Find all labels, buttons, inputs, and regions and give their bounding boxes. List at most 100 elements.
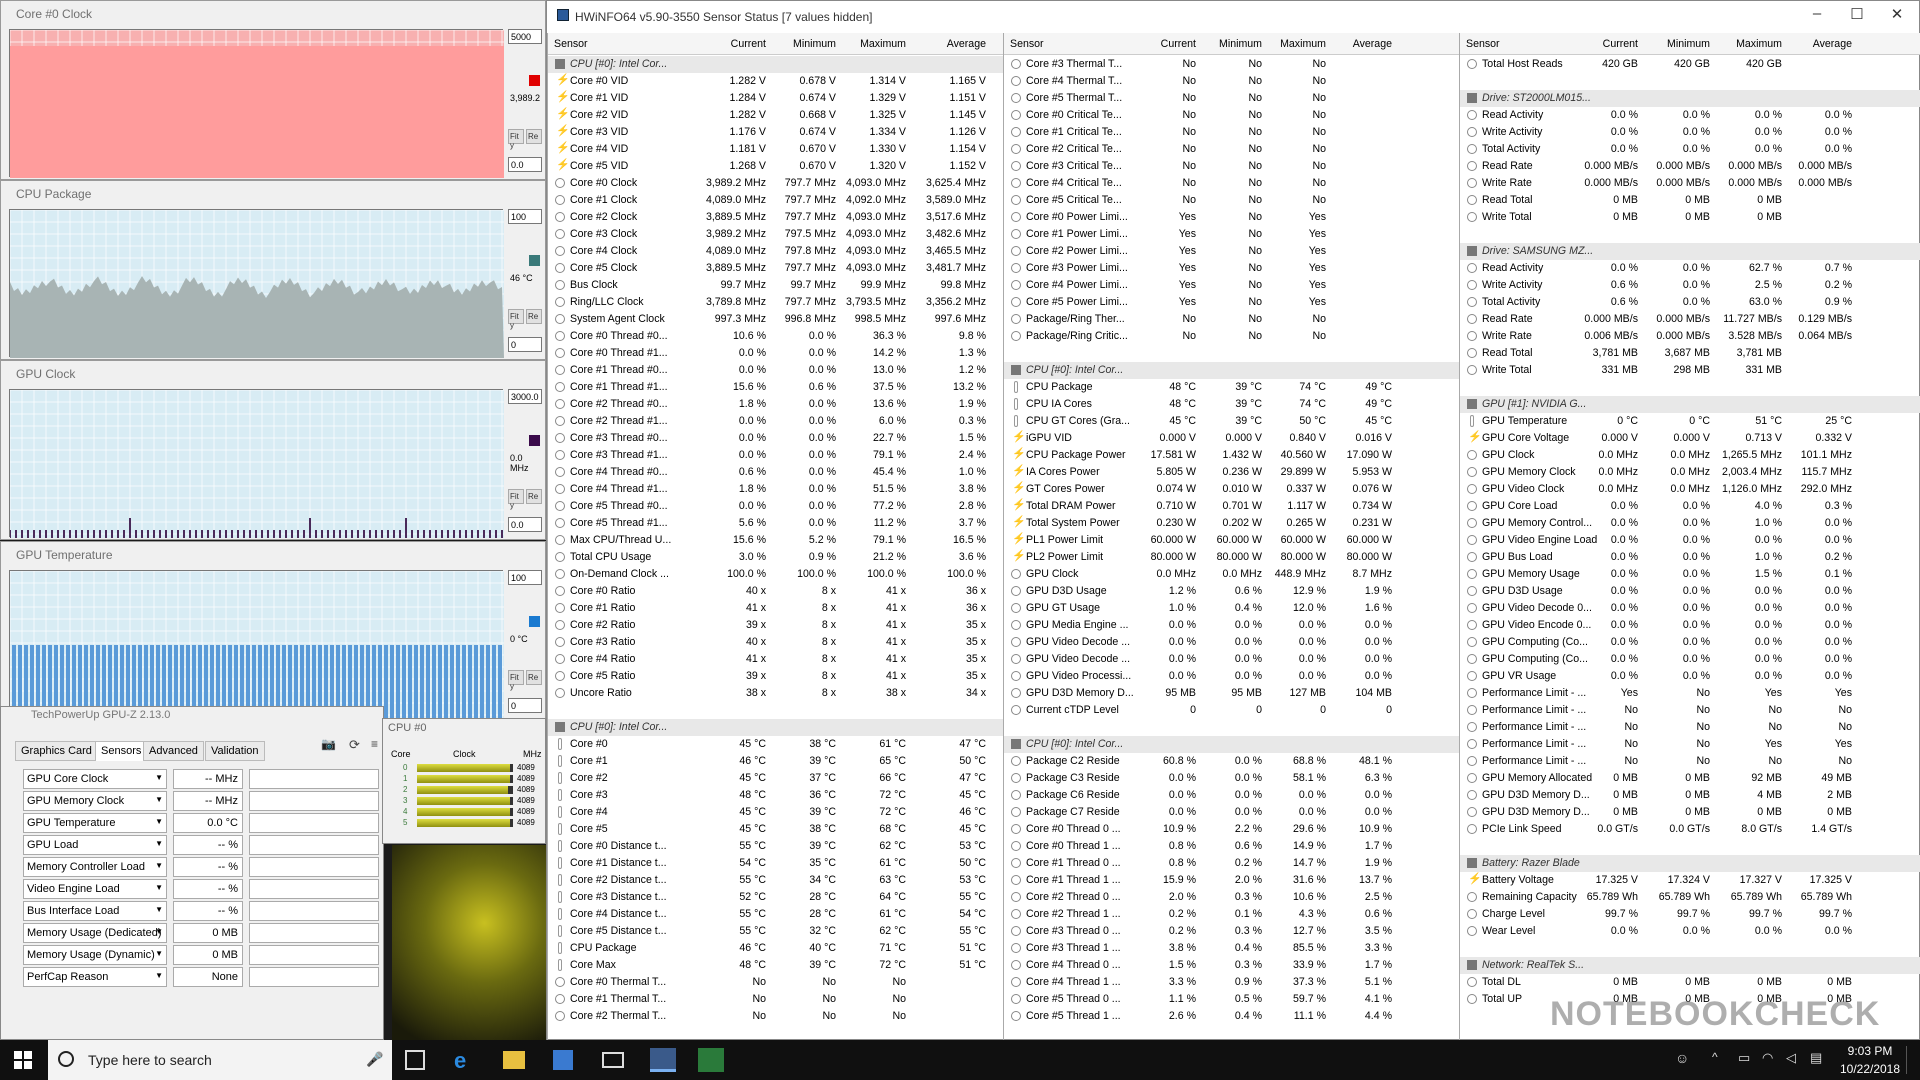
sensor-row[interactable]: Core #5 Power Limi... Yes No Yes [1004,294,1459,311]
language-icon[interactable]: ▤ [1810,1050,1822,1066]
notification-icon[interactable] [1906,1046,1916,1074]
sensor-row[interactable]: Performance Limit - ... No No No No [1460,702,1920,719]
sensor-row[interactable]: GPU Clock 0.0 MHz 0.0 MHz 1,265.5 MHz 10… [1460,447,1920,464]
sensor-row[interactable]: GPU D3D Memory D... 0 MB 0 MB 0 MB 0 MB [1460,804,1920,821]
gpuz-tab[interactable]: Sensors [95,741,148,761]
sensor-row[interactable]: Core #2 Thermal T... No No No [548,1008,1003,1025]
sensor-row[interactable]: Core #3 Critical Te... No No No [1004,158,1459,175]
sensor-row[interactable]: Package/Ring Critic... No No No [1004,328,1459,345]
sensor-row[interactable]: Uncore Ratio 38 x 8 x 38 x 34 x [548,685,1003,702]
sensor-row[interactable]: ⚡ PL1 Power Limit 60.000 W 60.000 W 60.0… [1004,532,1459,549]
sensor-row[interactable]: Wear Level 0.0 % 0.0 % 0.0 % 0.0 % [1460,923,1920,940]
reset-button[interactable]: Re [526,670,542,685]
graph-color-swatch[interactable] [529,435,540,446]
sensor-row[interactable]: Core #2 Ratio 39 x 8 x 41 x 35 x [548,617,1003,634]
gpuz-sensor-select[interactable]: GPU Core Clock ▼ [23,769,167,789]
file-explorer-icon[interactable] [503,1051,525,1069]
sensor-row[interactable]: Core #4 Critical Te... No No No [1004,175,1459,192]
sensor-row[interactable]: GPU Memory Clock 0.0 MHz 0.0 MHz 2,003.4… [1460,464,1920,481]
graph-color-swatch[interactable] [529,255,540,266]
hdr-current[interactable]: Current [696,38,766,50]
sensor-row[interactable]: Performance Limit - ... No No No No [1460,753,1920,770]
sensor-row[interactable]: Core #5 Thread 1 ... 2.6 % 0.4 % 11.1 % … [1004,1008,1459,1025]
sensor-row[interactable]: GPU Temperature 0 °C 0 °C 51 °C 25 °C [1460,413,1920,430]
reset-button[interactable]: Re [526,129,542,144]
sensor-row[interactable]: Core #3 Ratio 40 x 8 x 41 x 35 x [548,634,1003,651]
sensor-row[interactable]: Core #5 45 °C 38 °C 68 °C 45 °C [548,821,1003,838]
sensor-header[interactable]: Sensor Current Minimum Maximum Average [548,33,1003,55]
sensor-row[interactable]: Current cTDP Level 0 0 0 0 [1004,702,1459,719]
sensor-row[interactable]: On-Demand Clock ... 100.0 % 100.0 % 100.… [548,566,1003,583]
clock-date[interactable]: 10/22/2018 [1834,1062,1906,1076]
sensor-row[interactable]: Core #5 Thread #1... 5.6 % 0.0 % 11.2 % … [548,515,1003,532]
hdr-minimum[interactable]: Minimum [1192,38,1262,50]
sensor-row[interactable]: Core #2 Thread #1... 0.0 % 0.0 % 6.0 % 0… [548,413,1003,430]
sensor-row[interactable]: Core #5 Distance t... 55 °C 32 °C 62 °C … [548,923,1003,940]
sensor-group[interactable]: Drive: ST2000LM015... [1460,90,1920,107]
sensor-row[interactable]: Core #4 Thread #1... 1.8 % 0.0 % 51.5 % … [548,481,1003,498]
sensor-row[interactable]: ⚡ Battery Voltage 17.325 V 17.324 V 17.3… [1460,872,1920,889]
reset-button[interactable]: Re [526,489,542,504]
task-view-icon[interactable] [405,1050,425,1070]
sensor-row[interactable]: GPU Video Decode ... 0.0 % 0.0 % 0.0 % 0… [1004,651,1459,668]
graph-min[interactable]: 0.0 [508,157,542,172]
sensor-row[interactable]: ⚡ GT Cores Power 0.074 W 0.010 W 0.337 W… [1004,481,1459,498]
sensor-row[interactable]: PCIe Link Speed 0.0 GT/s 0.0 GT/s 8.0 GT… [1460,821,1920,838]
sensor-row[interactable]: GPU Video Engine Load 0.0 % 0.0 % 0.0 % … [1460,532,1920,549]
sensor-group[interactable]: CPU [#0]: Intel Cor... [548,719,1003,736]
hdr-minimum[interactable]: Minimum [766,38,836,50]
gpuz-sensor-select[interactable]: GPU Temperature ▼ [23,813,167,833]
sensor-row[interactable]: Core #3 48 °C 36 °C 72 °C 45 °C [548,787,1003,804]
search-box[interactable]: Type here to search 🎤 [48,1040,392,1080]
sensor-row[interactable]: ⚡ Core #4 VID 1.181 V 0.670 V 1.330 V 1.… [548,141,1003,158]
sensor-row[interactable]: ⚡ Total DRAM Power 0.710 W 0.701 W 1.117… [1004,498,1459,515]
sensor-row[interactable]: GPU VR Usage 0.0 % 0.0 % 0.0 % 0.0 % [1460,668,1920,685]
sensor-row[interactable]: Read Rate 0.000 MB/s 0.000 MB/s 11.727 M… [1460,311,1920,328]
sensor-row[interactable]: Core #3 Thread 0 ... 0.2 % 0.3 % 12.7 % … [1004,923,1459,940]
sensor-row[interactable]: GPU Video Encode 0... 0.0 % 0.0 % 0.0 % … [1460,617,1920,634]
sensor-row[interactable]: Core #2 Distance t... 55 °C 34 °C 63 °C … [548,872,1003,889]
gpuz-taskbar-icon[interactable] [698,1048,724,1072]
sensor-row[interactable]: Core #4 Distance t... 55 °C 28 °C 61 °C … [548,906,1003,923]
fit-y-button[interactable]: Fit y [508,129,524,150]
sensor-row[interactable]: Bus Clock 99.7 MHz 99.7 MHz 99.9 MHz 99.… [548,277,1003,294]
gpuz-sensor-select[interactable]: Memory Usage (Dynamic) ▼ [23,945,167,965]
sensor-row[interactable]: Core #5 Critical Te... No No No [1004,192,1459,209]
fit-y-button[interactable]: Fit y [508,670,524,691]
graph-max[interactable]: 5000 [508,29,542,44]
hdr-current[interactable]: Current [1568,38,1638,50]
sensor-row[interactable]: Core #4 Clock 4,089.0 MHz 797.8 MHz 4,09… [548,243,1003,260]
sensor-row[interactable]: GPU Video Processi... 0.0 % 0.0 % 0.0 % … [1004,668,1459,685]
hdr-average[interactable]: Average [1322,38,1392,50]
graph-max[interactable]: 100 [508,570,542,585]
sensor-row[interactable]: Core #1 Thread 1 ... 15.9 % 2.0 % 31.6 %… [1004,872,1459,889]
sensor-row[interactable]: Core #0 45 °C 38 °C 61 °C 47 °C [548,736,1003,753]
sensor-row[interactable]: Core #3 Thermal T... No No No [1004,56,1459,73]
graph-min[interactable]: 0 [508,698,542,713]
sensor-row[interactable]: Write Activity 0.0 % 0.0 % 0.0 % 0.0 % [1460,124,1920,141]
sensor-row[interactable]: Core #0 Thread #1... 0.0 % 0.0 % 14.2 % … [548,345,1003,362]
gpuz-sensor-select[interactable]: PerfCap Reason ▼ [23,967,167,987]
sensor-row[interactable]: GPU Core Load 0.0 % 0.0 % 4.0 % 0.3 % [1460,498,1920,515]
sensor-row[interactable]: CPU GT Cores (Gra... 45 °C 39 °C 50 °C 4… [1004,413,1459,430]
sensor-group[interactable]: GPU [#1]: NVIDIA G... [1460,396,1920,413]
sensor-row[interactable]: Write Total 331 MB 298 MB 331 MB [1460,362,1920,379]
sensor-row[interactable]: Core #0 Thread 1 ... 0.8 % 0.6 % 14.9 % … [1004,838,1459,855]
sensor-row[interactable]: ⚡ Core #1 VID 1.284 V 0.674 V 1.329 V 1.… [548,90,1003,107]
sensor-row[interactable]: Core #3 Thread 1 ... 3.8 % 0.4 % 85.5 % … [1004,940,1459,957]
sensor-row[interactable]: Read Activity 0.0 % 0.0 % 0.0 % 0.0 % [1460,107,1920,124]
sensor-row[interactable]: Total DL 0 MB 0 MB 0 MB 0 MB [1460,974,1920,991]
sensor-row[interactable]: Core #0 Critical Te... No No No [1004,107,1459,124]
sensor-row[interactable]: Core #2 Critical Te... No No No [1004,141,1459,158]
sensor-row[interactable]: Core #4 45 °C 39 °C 72 °C 46 °C [548,804,1003,821]
sensor-row[interactable]: GPU Memory Usage 0.0 % 0.0 % 1.5 % 0.1 % [1460,566,1920,583]
sensor-row[interactable]: GPU Video Clock 0.0 MHz 0.0 MHz 1,126.0 … [1460,481,1920,498]
sensor-row[interactable]: Core #1 Thread #0... 0.0 % 0.0 % 13.0 % … [548,362,1003,379]
sensor-row[interactable]: Core #5 Thermal T... No No No [1004,90,1459,107]
sensor-row[interactable]: Total Activity 0.6 % 0.0 % 63.0 % 0.9 % [1460,294,1920,311]
sensor-row[interactable]: Remaining Capacity 65.789 Wh 65.789 Wh 6… [1460,889,1920,906]
sensor-row[interactable]: Core #0 Power Limi... Yes No Yes [1004,209,1459,226]
sensor-row[interactable]: GPU Memory Control... 0.0 % 0.0 % 1.0 % … [1460,515,1920,532]
sensor-row[interactable]: Core #4 Thread 0 ... 1.5 % 0.3 % 33.9 % … [1004,957,1459,974]
refresh-icon[interactable]: ⟳ [349,737,360,753]
